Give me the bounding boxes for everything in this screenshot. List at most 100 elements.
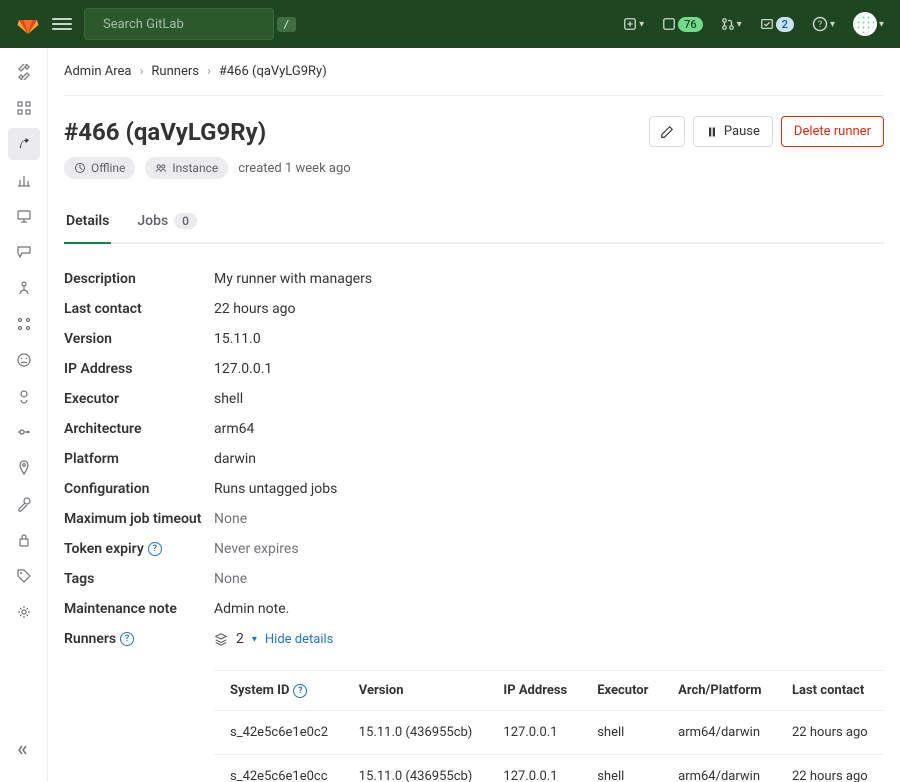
- label-ip: IP Address: [64, 361, 214, 377]
- tabs: Details Jobs 0: [64, 203, 884, 244]
- runners-count: 2: [236, 631, 244, 647]
- label-config: Configuration: [64, 481, 214, 497]
- help-menu[interactable]: ? ▾: [812, 16, 835, 32]
- label-tags: Tags: [64, 571, 214, 587]
- avatar: [853, 12, 877, 36]
- sidebar-item-credentials[interactable]: [8, 524, 40, 556]
- sidebar-item-admin[interactable]: [8, 56, 40, 88]
- cell-last-contact: 22 hours ago: [778, 755, 884, 782]
- label-last-contact: Last contact: [64, 301, 214, 317]
- issues-count: 76: [678, 17, 703, 32]
- pencil-icon: [660, 125, 674, 139]
- chevron-right-icon: ›: [207, 64, 211, 79]
- cell-ip: 127.0.0.1: [489, 711, 583, 755]
- tab-details[interactable]: Details: [64, 203, 111, 244]
- menu-toggle[interactable]: [52, 14, 72, 34]
- sidebar-item-hooks[interactable]: [8, 272, 40, 304]
- pause-icon: [706, 126, 718, 138]
- label-description: Description: [64, 271, 214, 287]
- label-runners: Runners?: [64, 631, 214, 647]
- merge-requests-link[interactable]: ▾: [721, 17, 742, 31]
- sidebar-item-deploy-keys[interactable]: [8, 488, 40, 520]
- value-ip: 127.0.0.1: [214, 361, 272, 377]
- sidebar-item-kubernetes[interactable]: [8, 380, 40, 412]
- th-ip: IP Address: [489, 671, 583, 711]
- chevron-right-icon: ›: [140, 64, 144, 79]
- status-label: Offline: [91, 161, 125, 175]
- issues-link[interactable]: 76: [662, 17, 703, 32]
- value-config: Runs untagged jobs: [214, 481, 337, 497]
- edit-button[interactable]: [649, 116, 685, 147]
- new-menu[interactable]: ▾: [623, 17, 644, 31]
- sidebar-item-abuse[interactable]: [8, 344, 40, 376]
- value-executor: shell: [214, 391, 243, 407]
- label-arch: Architecture: [64, 421, 214, 437]
- value-last-contact: 22 hours ago: [214, 301, 296, 317]
- sidebar-collapse[interactable]: [8, 734, 40, 766]
- gitlab-logo[interactable]: [16, 12, 40, 36]
- sidebar-item-cicd[interactable]: [8, 128, 40, 160]
- sidebar-item-spam[interactable]: [8, 416, 40, 448]
- value-timeout: None: [214, 511, 247, 527]
- help-icon[interactable]: ?: [148, 542, 162, 556]
- offline-icon: [74, 162, 86, 174]
- value-tags: None: [214, 571, 247, 587]
- cell-ip: 127.0.0.1: [489, 755, 583, 782]
- hide-details-link[interactable]: Hide details: [265, 632, 333, 647]
- search-box[interactable]: /: [84, 8, 274, 40]
- pause-label: Pause: [724, 124, 760, 139]
- th-archplat: Arch/Platform: [664, 671, 778, 711]
- user-menu[interactable]: ▾: [853, 12, 884, 36]
- tab-jobs-label: Jobs: [137, 213, 168, 229]
- sidebar-item-overview[interactable]: [8, 92, 40, 124]
- sidebar-item-geo[interactable]: [8, 452, 40, 484]
- sidebar-item-labels[interactable]: [8, 560, 40, 592]
- help-icon[interactable]: ?: [293, 684, 307, 698]
- th-last-contact: Last contact: [778, 671, 884, 711]
- value-platform: darwin: [214, 451, 256, 467]
- sidebar-item-analytics[interactable]: [8, 164, 40, 196]
- cell-executor: shell: [583, 711, 664, 755]
- value-version: 15.11.0: [214, 331, 261, 347]
- sidebar-item-applications[interactable]: [8, 308, 40, 340]
- tab-jobs[interactable]: Jobs 0: [135, 203, 199, 244]
- scope-chip: Instance: [145, 157, 228, 179]
- scope-label: Instance: [172, 161, 218, 175]
- svg-text:?: ?: [818, 20, 822, 30]
- delete-button[interactable]: Delete runner: [781, 116, 884, 147]
- label-maint: Maintenance note: [64, 601, 214, 617]
- details-section: DescriptionMy runner with managers Last …: [64, 264, 884, 782]
- th-version: Version: [345, 671, 490, 711]
- sidebar-item-settings[interactable]: [8, 596, 40, 628]
- table-row: s_42e5c6e1e0cc 15.11.0 (436955cb) 127.0.…: [214, 755, 884, 782]
- cell-version: 15.11.0 (436955cb): [345, 711, 490, 755]
- search-input[interactable]: [103, 17, 269, 32]
- label-platform: Platform: [64, 451, 214, 467]
- cell-sysid: s_42e5c6e1e0cc: [214, 755, 345, 782]
- label-executor: Executor: [64, 391, 214, 407]
- sidebar-item-monitoring[interactable]: [8, 200, 40, 232]
- chevron-down-icon: ▾: [252, 634, 257, 645]
- topbar: / ▾ 76 ▾ 2 ? ▾ ▾: [0, 0, 900, 48]
- value-token-expiry: Never expires: [214, 541, 299, 557]
- value-arch: arm64: [214, 421, 254, 437]
- main-content: Admin Area › Runners › #466 (qaVyLG9Ry) …: [48, 48, 900, 782]
- cell-archplat: arm64/darwin: [664, 755, 778, 782]
- search-kbd: /: [277, 17, 296, 32]
- breadcrumb-current: #466 (qaVyLG9Ry): [219, 64, 327, 79]
- cell-version: 15.11.0 (436955cb): [345, 755, 490, 782]
- label-timeout: Maximum job timeout: [64, 511, 214, 527]
- todos-link[interactable]: 2: [760, 17, 794, 32]
- sidebar-item-messages[interactable]: [8, 236, 40, 268]
- created-text: created 1 week ago: [238, 161, 350, 176]
- help-icon[interactable]: ?: [120, 632, 134, 646]
- sidebar: [0, 48, 48, 782]
- th-sysid: System ID?: [214, 671, 345, 711]
- breadcrumb-runners[interactable]: Runners: [151, 64, 199, 79]
- breadcrumb-admin[interactable]: Admin Area: [64, 64, 132, 79]
- todos-count: 2: [776, 17, 794, 32]
- cell-archplat: arm64/darwin: [664, 711, 778, 755]
- pause-button[interactable]: Pause: [693, 116, 773, 147]
- page-title: #466 (qaVyLG9Ry): [64, 118, 266, 146]
- table-row: s_42e5c6e1e0c2 15.11.0 (436955cb) 127.0.…: [214, 711, 884, 755]
